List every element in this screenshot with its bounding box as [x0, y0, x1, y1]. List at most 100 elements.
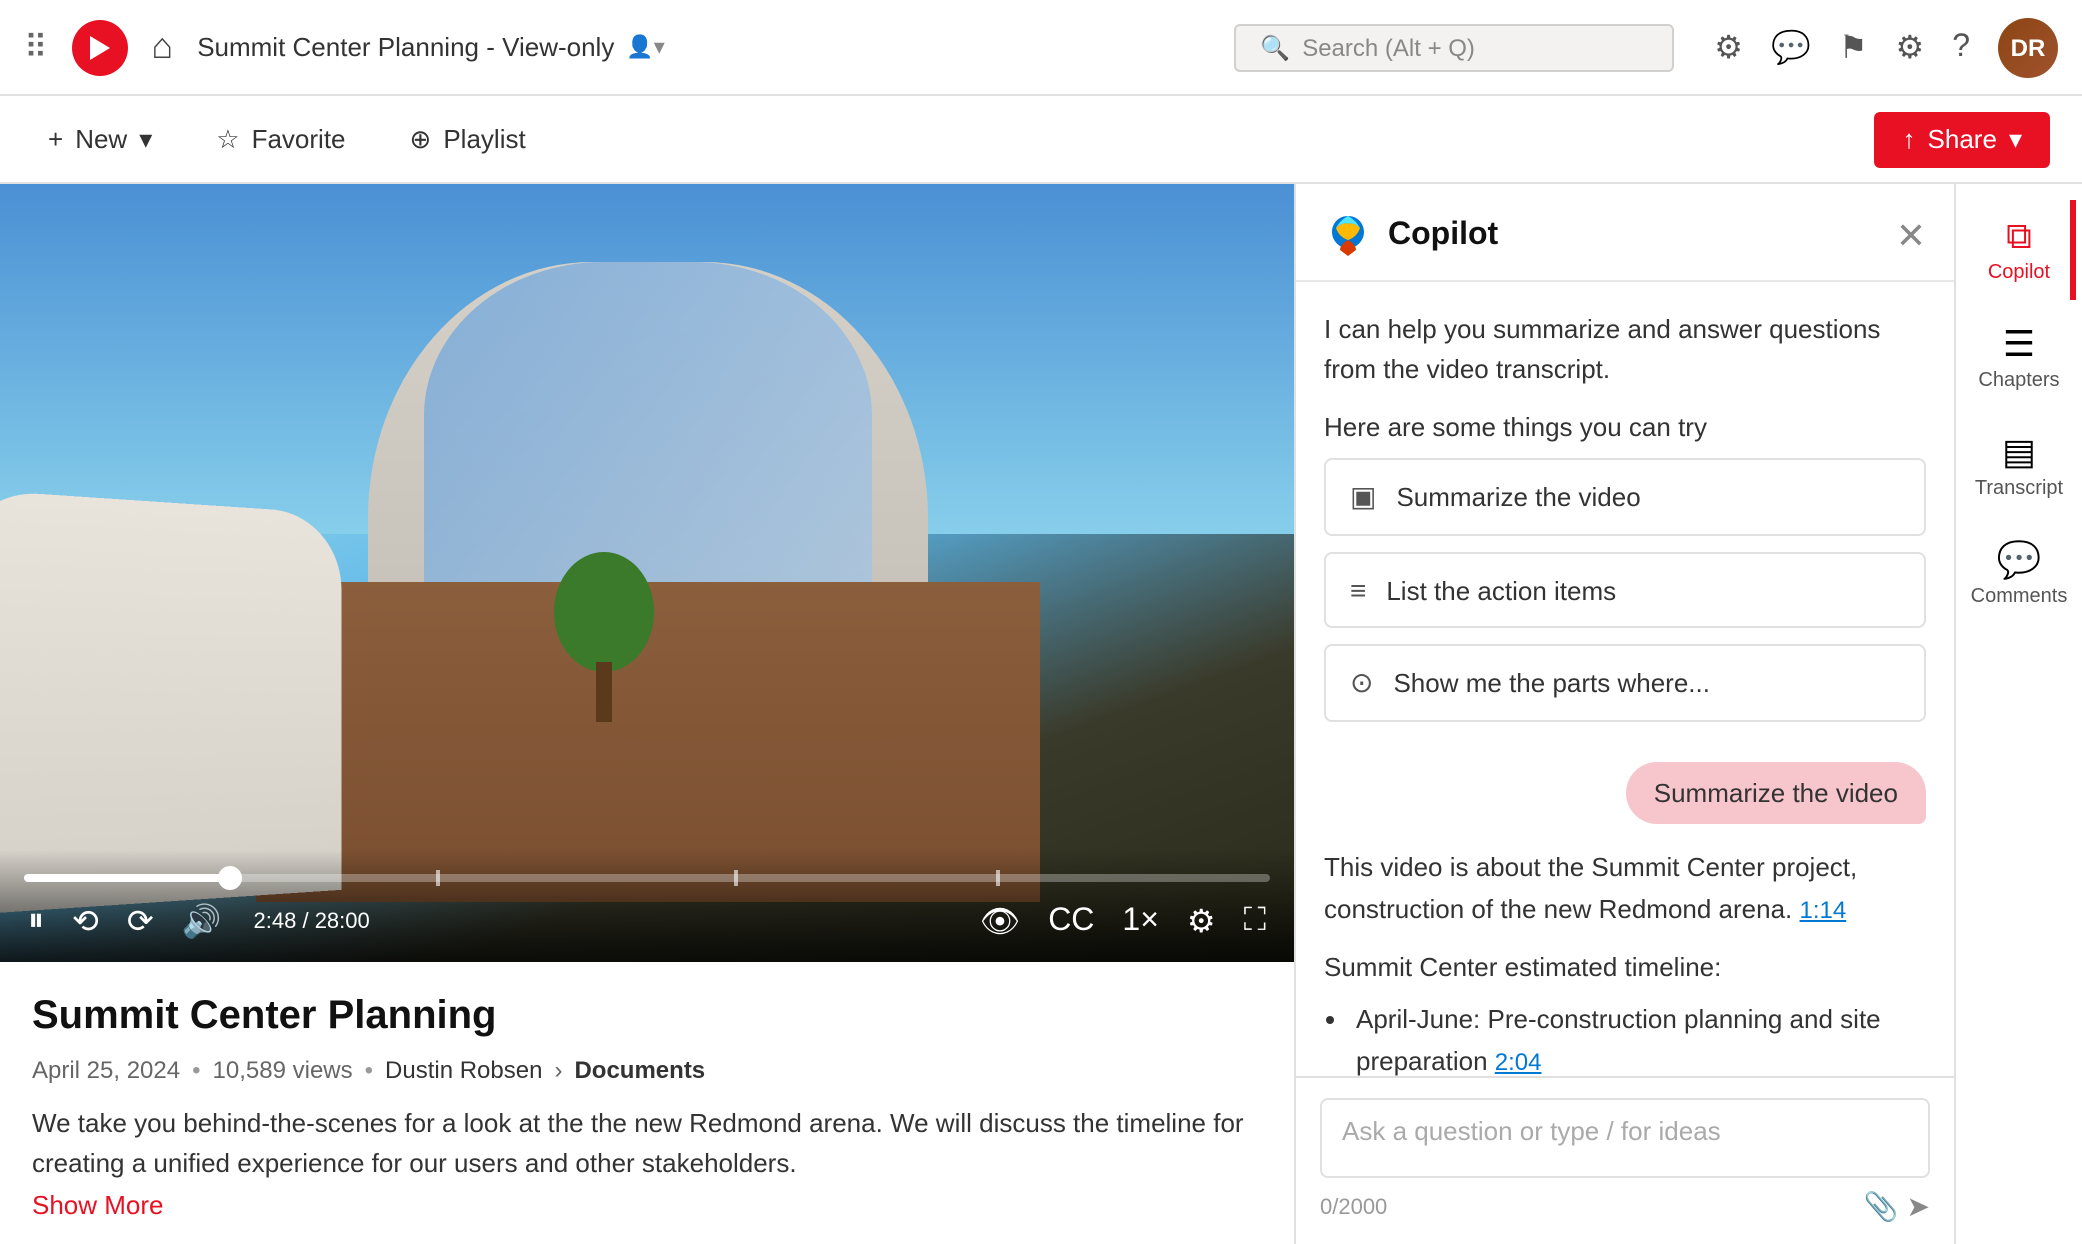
copilot-body: I can help you summarize and answer ques… [1296, 282, 1954, 1076]
grid-icon[interactable]: ⠿ [24, 27, 47, 67]
top-nav: ⠿ ⌂ Summit Center Planning - View-only 👤… [0, 0, 2082, 96]
cc-button[interactable]: CC [1044, 900, 1098, 944]
avatar-image: DR [1998, 17, 2058, 77]
copilot-input[interactable]: Ask a question or type / for ideas [1320, 1098, 1930, 1178]
speed-button[interactable]: 1× [1118, 900, 1163, 944]
captions-button[interactable]: 👁 [976, 898, 1025, 946]
user-avatar[interactable]: DR [1998, 17, 2058, 77]
suggestion-summarize[interactable]: ▣ Summarize the video [1324, 458, 1926, 536]
attach-button[interactable]: 📎 [1864, 1190, 1899, 1224]
video-player[interactable]: ⏸ ⟲ ⟳ 🔊 2:48 / 28:00 👁 CC 1× ⚙ ⛶ [0, 184, 1294, 962]
timestamp-link-2[interactable]: 2:04 [1495, 1048, 1542, 1076]
flag-icon[interactable]: ⚑ [1839, 27, 1868, 67]
timestamp-link-1[interactable]: 1:14 [1800, 896, 1847, 924]
transcript-side-label: Transcript [1975, 478, 2063, 500]
video-title: Summit Center Planning [32, 994, 1262, 1040]
side-icon-transcript[interactable]: ▤ Transcript [1963, 416, 2075, 516]
suggestion-action-items[interactable]: ≡ List the action items [1324, 552, 1926, 628]
try-heading: Here are some things you can try [1324, 412, 1926, 442]
quality-button[interactable]: ⚙ [1183, 898, 1220, 946]
ctrl-right: 👁 CC 1× ⚙ ⛶ [976, 898, 1270, 946]
side-icon-comments[interactable]: 💬 Comments [1963, 524, 2075, 624]
copilot-input-area: Ask a question or type / for ideas 0/200… [1296, 1076, 1954, 1244]
copilot-intro: I can help you summarize and answer ques… [1324, 310, 1926, 388]
forward-button[interactable]: ⟳ [123, 898, 158, 946]
side-icon-copilot[interactable]: ⧉ Copilot [1963, 200, 2075, 300]
active-indicator [2069, 200, 2075, 300]
rewind-button[interactable]: ⟲ [68, 898, 103, 946]
video-info: Summit Center Planning April 25, 2024 • … [0, 962, 1294, 1244]
action-bar: + New ▾ ☆ Favorite ⊕ Playlist ↑ Share ▾ [0, 96, 2082, 184]
video-controls: ⏸ ⟲ ⟳ 🔊 2:48 / 28:00 👁 CC 1× ⚙ ⛶ [0, 850, 1294, 962]
suggestion-action-items-label: List the action items [1386, 575, 1616, 605]
side-panel: ⧉ Copilot ☰ Chapters ▤ Transcript 💬 Comm… [1954, 184, 2082, 1244]
video-views: 10,589 views [213, 1056, 353, 1084]
pause-button[interactable]: ⏸ [24, 900, 48, 944]
app-logo-button[interactable] [71, 19, 127, 75]
timeline-title: Summit Center estimated timeline: [1324, 947, 1926, 989]
user-share-icon: 👤▾ [626, 34, 664, 60]
progress-dot [218, 866, 242, 890]
send-button[interactable]: ➤ [1907, 1190, 1930, 1224]
show-parts-icon: ⊙ [1350, 666, 1373, 700]
copilot-side-label: Copilot [1988, 262, 2050, 284]
home-icon[interactable]: ⌂ [151, 26, 173, 68]
copilot-response: This video is about the Summit Center pr… [1324, 848, 1926, 1076]
input-placeholder: Ask a question or type / for ideas [1342, 1116, 1721, 1146]
show-more-link[interactable]: Show More [32, 1190, 1262, 1220]
timeline-item-1: April-June: Pre-construction planning an… [1356, 1001, 1926, 1076]
breadcrumb-link[interactable]: Documents [574, 1056, 705, 1084]
nav-title-area: Summit Center Planning - View-only 👤▾ [197, 32, 1210, 62]
alerts-icon[interactable]: ⚙ [1714, 27, 1743, 67]
breadcrumb-chevron: › [554, 1056, 562, 1084]
playlist-button[interactable]: ⊕ Playlist [394, 115, 542, 163]
share-button[interactable]: ↑ Share ▾ [1875, 111, 2050, 167]
suggestion-summarize-label: Summarize the video [1396, 482, 1640, 512]
playlist-icon: ⊕ [410, 123, 432, 155]
summarize-icon: ▣ [1350, 480, 1376, 514]
video-meta: April 25, 2024 • 10,589 views • Dustin R… [32, 1056, 1262, 1084]
copilot-input-wrapper: Ask a question or type / for ideas [1320, 1098, 1930, 1178]
video-panel: ⏸ ⟲ ⟳ 🔊 2:48 / 28:00 👁 CC 1× ⚙ ⛶ [0, 184, 1294, 1244]
video-date: April 25, 2024 [32, 1056, 180, 1084]
star-icon: ☆ [216, 123, 239, 155]
search-placeholder: Search (Alt + Q) [1302, 33, 1475, 61]
search-box[interactable]: 🔍 Search (Alt + Q) [1234, 23, 1674, 71]
timeline-list: April-June: Pre-construction planning an… [1324, 1001, 1926, 1076]
chapters-side-label: Chapters [1978, 370, 2059, 392]
copilot-title: Copilot [1388, 218, 1896, 254]
volume-button[interactable]: 🔊 [178, 898, 226, 946]
sep1: • [192, 1056, 200, 1084]
copilot-header: Copilot ✕ [1296, 184, 1954, 282]
copilot-close-button[interactable]: ✕ [1896, 215, 1926, 257]
help-icon[interactable]: ? [1952, 29, 1970, 65]
main-content: ⏸ ⟲ ⟳ 🔊 2:48 / 28:00 👁 CC 1× ⚙ ⛶ [0, 184, 2082, 1244]
fullscreen-button[interactable]: ⛶ [1240, 900, 1270, 944]
favorite-button[interactable]: ☆ Favorite [200, 115, 361, 163]
time-display: 2:48 / 28:00 [254, 910, 370, 934]
video-thumbnail [0, 184, 1294, 962]
search-icon: 🔍 [1260, 33, 1290, 61]
video-author: Dustin Robsen [385, 1056, 542, 1084]
chat-icon[interactable]: 💬 [1771, 27, 1811, 67]
nav-icons-group: ⚙ 💬 ⚑ ⚙ ? DR [1714, 17, 2058, 77]
favorite-label: Favorite [252, 124, 346, 154]
chapters-side-icon: ☰ [2003, 324, 2035, 366]
settings-icon[interactable]: ⚙ [1896, 27, 1925, 67]
playlist-label: Playlist [443, 124, 525, 154]
sep2: • [365, 1056, 373, 1084]
suggestion-show-parts-label: Show me the parts where... [1393, 668, 1710, 698]
share-chevron: ▾ [2009, 123, 2022, 155]
progress-fill [24, 874, 232, 882]
user-message-container: Summarize the video [1324, 762, 1926, 824]
copilot-panel: Copilot ✕ I can help you summarize and a… [1294, 184, 1954, 1244]
progress-bar[interactable] [24, 874, 1270, 882]
user-message-bubble: Summarize the video [1626, 762, 1926, 824]
page-title: Summit Center Planning - View-only [197, 32, 614, 62]
char-count: 0/2000 [1320, 1195, 1856, 1219]
side-icon-chapters[interactable]: ☰ Chapters [1963, 308, 2075, 408]
controls-row: ⏸ ⟲ ⟳ 🔊 2:48 / 28:00 👁 CC 1× ⚙ ⛶ [24, 898, 1270, 946]
suggestion-show-parts[interactable]: ⊙ Show me the parts where... [1324, 644, 1926, 722]
new-button[interactable]: + New ▾ [32, 115, 168, 163]
copilot-input-row: 0/2000 📎 ➤ [1320, 1178, 1930, 1224]
